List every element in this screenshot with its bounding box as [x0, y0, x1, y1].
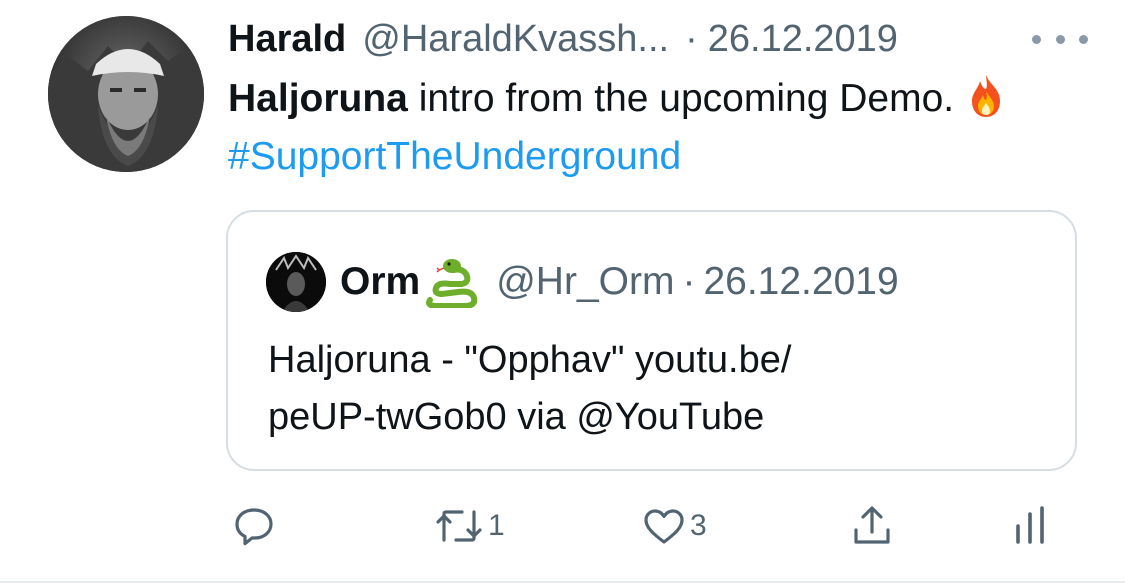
- reply-icon: [235, 508, 273, 546]
- like-count: 3: [690, 509, 707, 542]
- more-dots-icon[interactable]: [1032, 24, 1088, 54]
- quoted-tweet-text: Haljoruna - "Opphav" youtu.be/ peUP-twGo…: [268, 332, 1028, 446]
- tweet-text: Haljoruna intro from the upcoming Demo. …: [228, 70, 1088, 186]
- quoted-author-handle: @Hr_Orm: [496, 260, 675, 303]
- quoted-text-line-2: peUP-twGob0 via @YouTube: [268, 396, 765, 438]
- quoted-author-name: Orm: [340, 260, 421, 303]
- share-icon: [854, 506, 890, 544]
- tweet-date[interactable]: 26.12.2019: [708, 18, 898, 61]
- quoted-tweet-date: 26.12.2019: [703, 260, 899, 303]
- author-handle[interactable]: @HaraldKvassh...: [362, 18, 669, 61]
- retweet-count: 1: [488, 509, 505, 542]
- quoted-author-avatar: [266, 252, 326, 312]
- tweet-header: Harald @HaraldKvassh... · 26.12.2019: [228, 14, 1088, 64]
- tweet-text-bold: Haljoruna: [228, 77, 408, 120]
- reply-button[interactable]: [230, 496, 278, 556]
- tweet-text-main: intro from the upcoming Demo.: [407, 77, 955, 120]
- header-separator: ·: [685, 17, 698, 60]
- analytics-button[interactable]: [1010, 496, 1050, 556]
- tweet-actions: 1 3: [0, 496, 1125, 556]
- snake-emoji-icon: [426, 259, 478, 308]
- like-button[interactable]: 3: [640, 496, 707, 556]
- author-avatar[interactable]: [48, 16, 204, 172]
- fire-emoji-icon: [972, 75, 1001, 117]
- quoted-text-line-1: Haljoruna - "Opphav" youtu.be/: [268, 339, 792, 381]
- share-button[interactable]: [848, 496, 896, 556]
- quoted-tweet[interactable]: Orm @Hr_Orm · 26.12.2019 Haljoruna - "Op…: [226, 210, 1077, 471]
- retweet-button[interactable]: 1: [432, 496, 505, 556]
- retweet-icon: [436, 510, 482, 542]
- analytics-icon: [1016, 506, 1044, 544]
- hashtag-link[interactable]: #SupportTheUnderground: [228, 135, 681, 178]
- quoted-tweet-header: Orm @Hr_Orm · 26.12.2019: [266, 252, 1046, 312]
- quoted-separator: ·: [682, 260, 696, 303]
- heart-icon: [644, 509, 684, 544]
- author-name[interactable]: Harald: [228, 18, 346, 61]
